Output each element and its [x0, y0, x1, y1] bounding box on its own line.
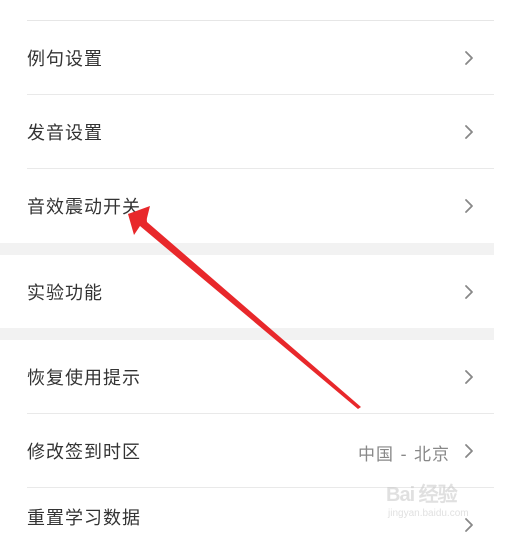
- chevron-right-icon: [462, 368, 476, 386]
- section-gap: [0, 243, 494, 255]
- row-label: 实验功能: [27, 283, 103, 304]
- chevron-right-icon: [462, 123, 476, 141]
- chevron-right-icon: [462, 442, 476, 460]
- row-label: 例句设置: [27, 49, 103, 70]
- row-label: 音效震动开关: [27, 197, 141, 218]
- settings-row-pronunciation[interactable]: 发音设置: [0, 95, 494, 168]
- section-gap: [0, 328, 494, 340]
- row-label: 恢复使用提示: [27, 368, 141, 389]
- settings-row-restore-tips[interactable]: 恢复使用提示: [0, 340, 494, 413]
- settings-row-sound-vibration-toggle[interactable]: 音效震动开关: [0, 169, 494, 242]
- settings-row-reset-learning-data[interactable]: 重置学习数据: [0, 488, 494, 533]
- chevron-right-icon: [462, 49, 476, 67]
- row-label: 重置学习数据: [27, 508, 141, 529]
- chevron-right-icon: [462, 197, 476, 215]
- row-label: 发音设置: [27, 123, 103, 144]
- timezone-value: 中国 - 北京: [358, 445, 450, 465]
- settings-screen: 例句设置 发音设置 音效震动开关 实验功能 恢复使用提示 修改签到时区 中国 -…: [0, 0, 494, 533]
- chevron-right-icon: [462, 283, 476, 301]
- settings-row-experimental-features[interactable]: 实验功能: [0, 255, 494, 328]
- settings-row-example-sentences[interactable]: 例句设置: [0, 21, 494, 94]
- row-label: 修改签到时区: [27, 442, 141, 463]
- chevron-right-icon: [462, 516, 476, 534]
- settings-row-checkin-timezone[interactable]: 修改签到时区 中国 - 北京: [0, 414, 494, 487]
